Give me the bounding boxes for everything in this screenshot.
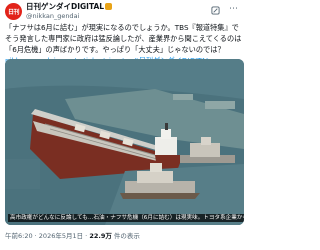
more-icon[interactable]: ⋯ [229,4,238,14]
author-display-name[interactable]: 日刊ゲンダイDIGITAL [26,2,113,12]
tanker-photo [5,59,244,225]
tweet-meta: 午前6:20 · 2026年5月1日 · 22.9万 件の表示 [5,232,140,241]
tweet-timestamp[interactable]: 午前6:20 · 2026年5月1日 · [5,232,89,240]
author-handle[interactable]: @nikkan_gendai [26,12,79,20]
view-count: 22.9万 [89,232,112,240]
verified-badge-icon [105,3,113,10]
tweet-image[interactable]: 高市政権がどんなに反論しても…石油・ナフサ危機（6月に詰む）は現実味。トヨタ系企… [5,59,244,225]
avatar[interactable]: 日刊 [5,3,22,20]
author-name-text[interactable]: 日刊ゲンダイDIGITAL [26,2,104,11]
view-count-label: 件の表示 [111,232,140,240]
image-caption: 高市政権がどんなに反論しても…石油・ナフサ危機（6月に詰む）は現実味。トヨタ系企… [8,214,244,222]
grok-icon[interactable] [211,6,220,15]
tweet-text: 「ナフサは6月に詰む」が現実になるのでしょうか。TBS『報道特集』でそう発言した… [5,23,242,54]
